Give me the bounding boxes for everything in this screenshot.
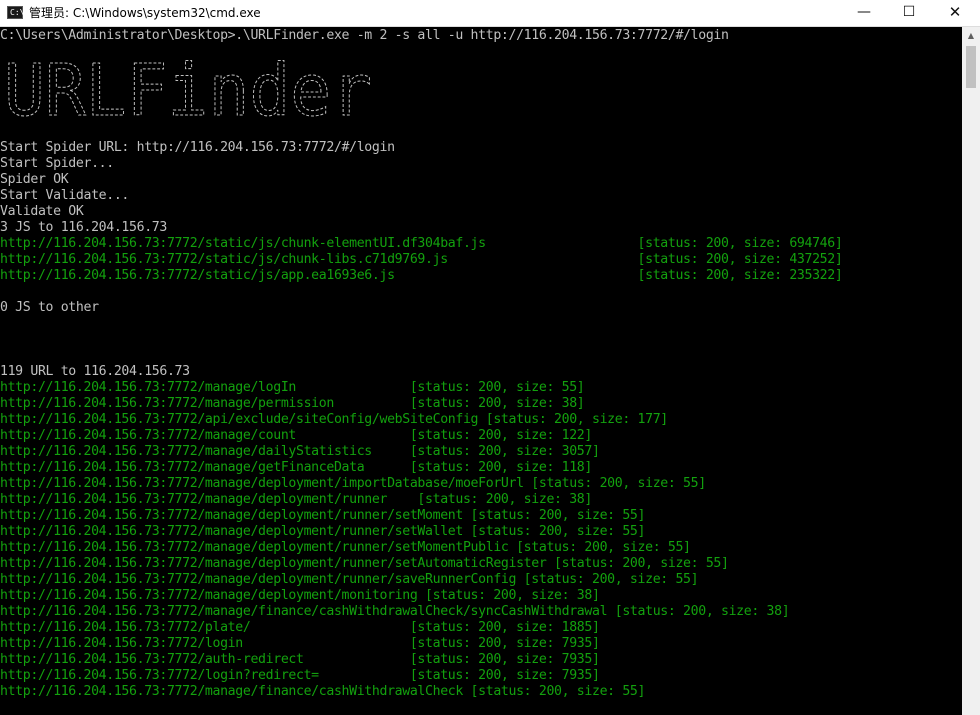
- console-output[interactable]: C:\Users\Administrator\Desktop>.\URLFind…: [0, 27, 962, 715]
- console-line: http://116.204.156.73:7772/manage/financ…: [0, 604, 790, 619]
- console-line: http://116.204.156.73:7772/static/js/app…: [0, 268, 843, 283]
- cmd-icon-text: C:\: [10, 8, 25, 17]
- console-line: http://116.204.156.73:7772/login [status…: [0, 636, 600, 651]
- console-line: Start Spider...: [0, 156, 114, 171]
- console-line: Spider OK: [0, 172, 69, 187]
- console-line: http://116.204.156.73:7772/manage/deploy…: [0, 540, 691, 555]
- maximize-button[interactable]: ☐: [886, 0, 932, 26]
- console-line: http://116.204.156.73:7772/manage/deploy…: [0, 572, 699, 587]
- url-header-line: 119 URL to 116.204.156.73: [0, 364, 190, 379]
- console-line: http://116.204.156.73:7772/manage/deploy…: [0, 588, 600, 603]
- title-bar[interactable]: C:\ 管理员: C:\Windows\system32\cmd.exe — ☐…: [0, 0, 980, 27]
- console-line: http://116.204.156.73:7772/manage/financ…: [0, 684, 646, 699]
- console-line: http://116.204.156.73:7772/plate/ [statu…: [0, 620, 600, 635]
- scroll-up-arrow-icon[interactable]: ▲: [962, 27, 980, 44]
- console-line: http://116.204.156.73:7772/manage/deploy…: [0, 492, 592, 507]
- command-line: C:\Users\Administrator\Desktop>.\URLFind…: [0, 28, 729, 43]
- console-line: Validate OK: [0, 204, 84, 219]
- console-line: 3 JS to 116.204.156.73: [0, 220, 167, 235]
- console-line: http://116.204.156.73:7772/manage/deploy…: [0, 508, 646, 523]
- console-line: http://116.204.156.73:7772/static/js/chu…: [0, 252, 843, 267]
- cmd-app-icon[interactable]: C:\: [7, 6, 25, 19]
- console-line: Start Spider URL: http://116.204.156.73:…: [0, 140, 395, 155]
- console-line: http://116.204.156.73:7772/manage/getFin…: [0, 460, 592, 475]
- js-other-line: 0 JS to other: [0, 300, 99, 315]
- console-line: http://116.204.156.73:7772/login?redirec…: [0, 668, 600, 683]
- console-line: http://116.204.156.73:7772/api/exclude/s…: [0, 412, 668, 427]
- banner-text: URLFinder: [4, 59, 372, 121]
- vertical-scrollbar[interactable]: ▲: [962, 27, 980, 715]
- urlfinder-ascii-banner: URLFinder: [4, 59, 373, 121]
- console-line: http://116.204.156.73:7772/manage/deploy…: [0, 476, 706, 491]
- console-line: http://116.204.156.73:7772/manage/deploy…: [0, 524, 646, 539]
- console-line: http://116.204.156.73:7772/manage/logIn …: [0, 380, 585, 395]
- console-line: http://116.204.156.73:7772/manage/dailyS…: [0, 444, 600, 459]
- console-line: http://116.204.156.73:7772/manage/count …: [0, 428, 592, 443]
- console-line: http://116.204.156.73:7772/static/js/chu…: [0, 236, 843, 251]
- minimize-button[interactable]: —: [841, 0, 887, 26]
- window-title: 管理员: C:\Windows\system32\cmd.exe: [29, 6, 261, 20]
- close-button[interactable]: ✕: [932, 0, 978, 26]
- console-line: http://116.204.156.73:7772/auth-redirect…: [0, 652, 600, 667]
- console-line: http://116.204.156.73:7772/manage/deploy…: [0, 556, 729, 571]
- scrollbar-thumb[interactable]: [966, 46, 976, 88]
- cmd-window: C:\ 管理员: C:\Windows\system32\cmd.exe — ☐…: [0, 0, 980, 715]
- console-line: Start Validate...: [0, 188, 130, 203]
- console-line: http://116.204.156.73:7772/manage/permis…: [0, 396, 585, 411]
